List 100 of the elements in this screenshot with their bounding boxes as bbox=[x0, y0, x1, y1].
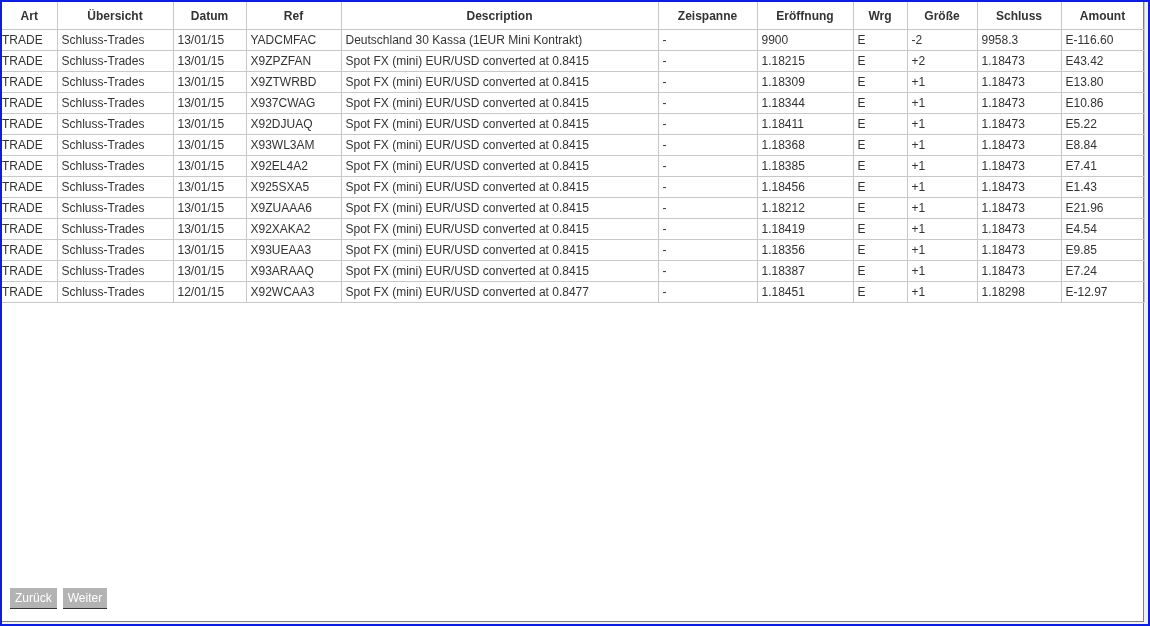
table-cell: Schluss-Trades bbox=[57, 176, 173, 198]
table-cell: E-116.60 bbox=[1061, 29, 1144, 51]
table-cell: E10.86 bbox=[1061, 92, 1144, 114]
table-cell: - bbox=[658, 92, 757, 114]
table-cell: TRADE bbox=[2, 113, 57, 135]
table-cell: 1.18215 bbox=[757, 50, 853, 72]
table-cell: E5.22 bbox=[1061, 113, 1144, 135]
table-cell: 13/01/15 bbox=[173, 134, 246, 156]
table-cell: E bbox=[853, 134, 907, 156]
table-cell: TRADE bbox=[2, 71, 57, 93]
table-cell: TRADE bbox=[2, 239, 57, 261]
table-cell: E bbox=[853, 281, 907, 303]
table-cell: TRADE bbox=[2, 29, 57, 51]
table-cell: TRADE bbox=[2, 260, 57, 282]
table-cell: Spot FX (mini) EUR/USD converted at 0.8415 bbox=[341, 197, 658, 219]
table-cell: Spot FX (mini) EUR/USD converted at 0.8415 bbox=[341, 155, 658, 177]
table-cell: X92EL4A2 bbox=[246, 155, 341, 177]
pager-button[interactable]: Zurück bbox=[10, 588, 57, 609]
table-cell: 1.18473 bbox=[977, 239, 1061, 261]
table-cell: Spot FX (mini) EUR/USD converted at 0.8415 bbox=[341, 134, 658, 156]
table-cell: 1.18473 bbox=[977, 113, 1061, 135]
table-cell: Schluss-Trades bbox=[57, 239, 173, 261]
table-cell: 12/01/15 bbox=[173, 281, 246, 303]
table-cell: E bbox=[853, 197, 907, 219]
table-cell: TRADE bbox=[2, 176, 57, 198]
table-cell: - bbox=[658, 155, 757, 177]
table-cell: E bbox=[853, 218, 907, 240]
table-cell: 1.18473 bbox=[977, 155, 1061, 177]
table-cell: 1.18473 bbox=[977, 260, 1061, 282]
table-cell: E7.41 bbox=[1061, 155, 1144, 177]
table-cell: Schluss-Trades bbox=[57, 50, 173, 72]
table-cell: - bbox=[658, 176, 757, 198]
table-cell: E21.96 bbox=[1061, 197, 1144, 219]
table-cell: TRADE bbox=[2, 218, 57, 240]
table-cell: X93WL3AM bbox=[246, 134, 341, 156]
column-header: Größe bbox=[907, 2, 977, 30]
table-cell: Spot FX (mini) EUR/USD converted at 0.8415 bbox=[341, 176, 658, 198]
table-cell: E4.54 bbox=[1061, 218, 1144, 240]
table-cell: +1 bbox=[907, 281, 977, 303]
table-cell: 13/01/15 bbox=[173, 218, 246, 240]
table-cell: Schluss-Trades bbox=[57, 71, 173, 93]
table-cell: - bbox=[658, 218, 757, 240]
table-cell: - bbox=[658, 260, 757, 282]
table-cell: 13/01/15 bbox=[173, 113, 246, 135]
table-cell: 1.18387 bbox=[757, 260, 853, 282]
table-cell: TRADE bbox=[2, 197, 57, 219]
table-cell: E bbox=[853, 113, 907, 135]
table-cell: TRADE bbox=[2, 50, 57, 72]
table-cell: E bbox=[853, 239, 907, 261]
table-cell: Schluss-Trades bbox=[57, 155, 173, 177]
table-cell: - bbox=[658, 71, 757, 93]
table-cell: X937CWAG bbox=[246, 92, 341, 114]
table-cell: 13/01/15 bbox=[173, 50, 246, 72]
table-cell: E bbox=[853, 29, 907, 51]
table-cell: E bbox=[853, 92, 907, 114]
table-cell: - bbox=[658, 29, 757, 51]
table-cell: - bbox=[658, 113, 757, 135]
table-cell: +2 bbox=[907, 50, 977, 72]
table-cell: TRADE bbox=[2, 281, 57, 303]
table-cell: 1.18451 bbox=[757, 281, 853, 303]
table-cell: Schluss-Trades bbox=[57, 218, 173, 240]
table-cell: Schluss-Trades bbox=[57, 260, 173, 282]
table-cell: Spot FX (mini) EUR/USD converted at 0.8415 bbox=[341, 71, 658, 93]
table-cell: 13/01/15 bbox=[173, 92, 246, 114]
table-cell: 1.18473 bbox=[977, 134, 1061, 156]
table-cell: 1.18385 bbox=[757, 155, 853, 177]
table-cell: - bbox=[658, 197, 757, 219]
column-header: Ref bbox=[246, 2, 341, 30]
table-cell: - bbox=[658, 239, 757, 261]
table-cell: E bbox=[853, 50, 907, 72]
table-cell: - bbox=[658, 134, 757, 156]
table-cell: 9900 bbox=[757, 29, 853, 51]
table-cell: E bbox=[853, 176, 907, 198]
column-header: Zeispanne bbox=[658, 2, 757, 30]
table-cell: E bbox=[853, 71, 907, 93]
pager-button[interactable]: Weiter bbox=[62, 588, 108, 609]
table-cell: 1.18344 bbox=[757, 92, 853, 114]
table-cell: 1.18368 bbox=[757, 134, 853, 156]
table-cell: +1 bbox=[907, 239, 977, 261]
table-cell: +1 bbox=[907, 71, 977, 93]
column-header: Amount bbox=[1061, 2, 1144, 30]
table-cell: +1 bbox=[907, 134, 977, 156]
table-cell: Spot FX (mini) EUR/USD converted at 0.8415 bbox=[341, 50, 658, 72]
table-cell: X92WCAA3 bbox=[246, 281, 341, 303]
table-cell: Deutschland 30 Kassa (1EUR Mini Kontrakt) bbox=[341, 29, 658, 51]
table-cell: X925SXA5 bbox=[246, 176, 341, 198]
table-cell: X92DJUAQ bbox=[246, 113, 341, 135]
table-cell: E8.84 bbox=[1061, 134, 1144, 156]
table-cell: E bbox=[853, 260, 907, 282]
table-cell: Spot FX (mini) EUR/USD converted at 0.8415 bbox=[341, 218, 658, 240]
table-cell: 1.18473 bbox=[977, 197, 1061, 219]
table-cell: E13.80 bbox=[1061, 71, 1144, 93]
table-cell: 13/01/15 bbox=[173, 239, 246, 261]
table-cell: X9ZPZFAN bbox=[246, 50, 341, 72]
table-cell: Schluss-Trades bbox=[57, 281, 173, 303]
table-cell: - bbox=[658, 281, 757, 303]
table-cell: TRADE bbox=[2, 92, 57, 114]
table-cell: 1.18473 bbox=[977, 176, 1061, 198]
table-cell: Schluss-Trades bbox=[57, 134, 173, 156]
table-cell: E7.24 bbox=[1061, 260, 1144, 282]
